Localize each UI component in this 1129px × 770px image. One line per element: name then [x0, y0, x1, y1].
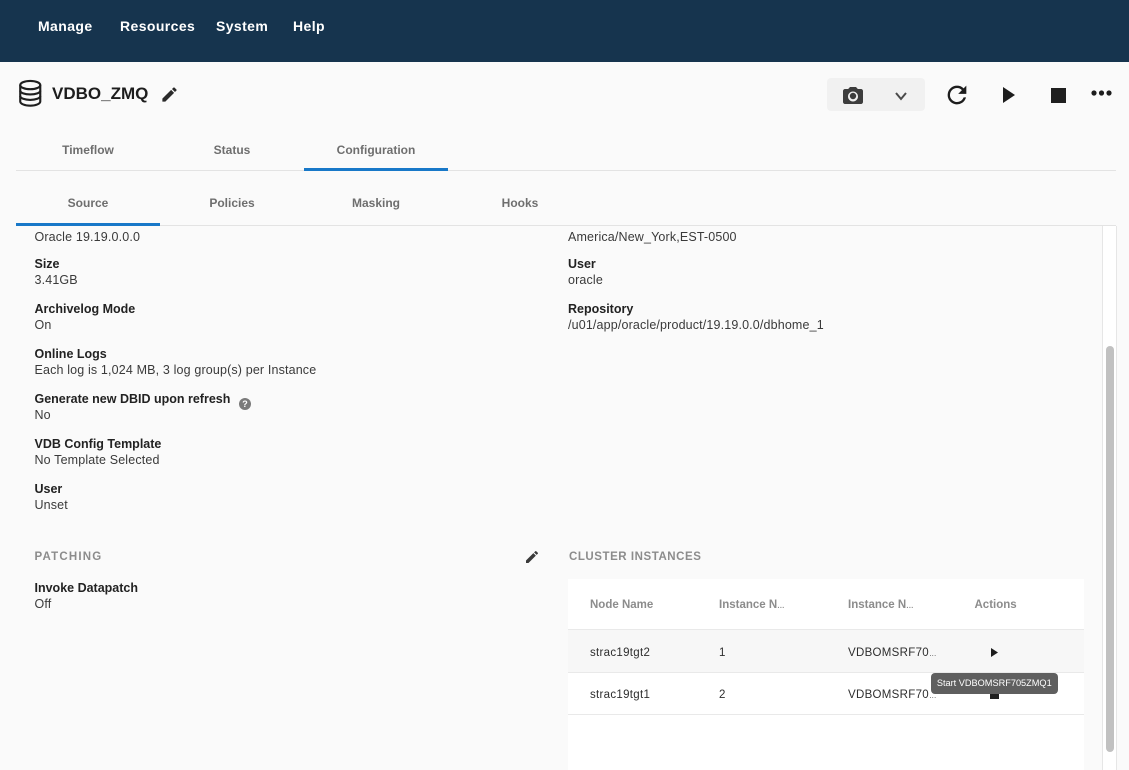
svg-text:?: ? [242, 399, 248, 409]
